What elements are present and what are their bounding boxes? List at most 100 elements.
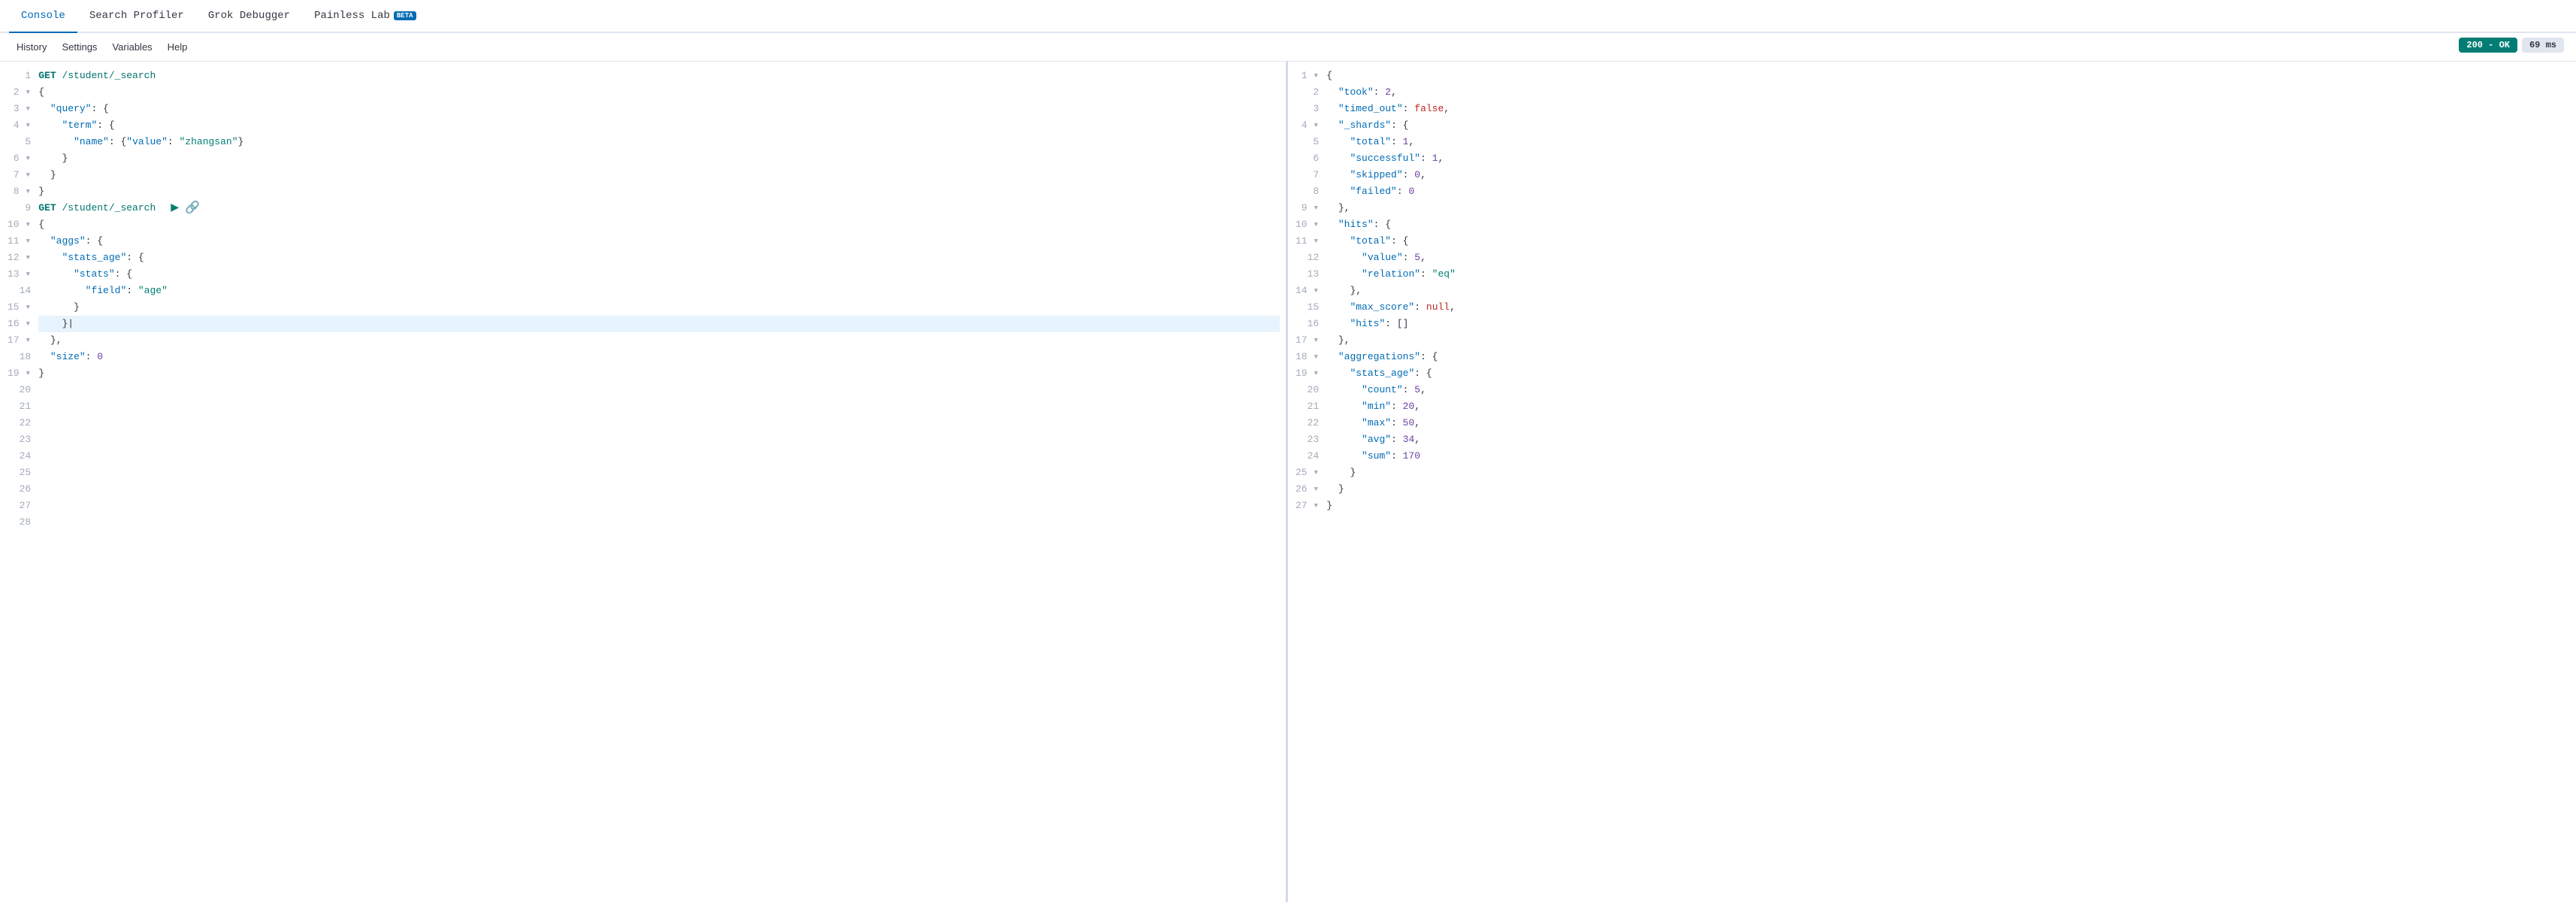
code-key-12: "stats_age"	[62, 250, 126, 266]
ln-8: 8 ▾	[8, 183, 31, 200]
code-indent-6	[38, 150, 62, 167]
editor-line-8: }	[38, 183, 1280, 200]
ln-9: 9	[8, 200, 31, 216]
oln-17: 17 ▾	[1296, 332, 1319, 349]
oln-11: 11 ▾	[1296, 233, 1319, 250]
oln-8: 8	[1296, 183, 1319, 200]
output-code-lines: { "took" : 2 , "timed_out" : false ,	[1323, 62, 2576, 902]
output-line-6: "successful" : 1 ,	[1326, 150, 2570, 167]
code-close-19: }	[38, 365, 44, 382]
status-area: 200 - OK 69 ms	[2459, 38, 2564, 53]
output-line-18: "aggregations" : {	[1326, 349, 2570, 365]
ln-25: 25	[8, 465, 31, 481]
tab-console[interactable]: Console	[9, 0, 77, 33]
output-line-12: "value" : 5 ,	[1326, 250, 2570, 266]
ln-16: 16 ▾	[8, 316, 31, 332]
output-line-13: "relation" : "eq"	[1326, 266, 2570, 283]
code-key-18: "size"	[50, 349, 86, 365]
oln-18: 18 ▾	[1296, 349, 1319, 365]
code-indent-16: }	[38, 316, 68, 332]
oln-23: 23	[1296, 431, 1319, 448]
editor-line-10: {	[38, 216, 1280, 233]
ln-14: 14	[8, 283, 31, 299]
ln-20: 20	[8, 382, 31, 398]
oln-2: 2	[1296, 84, 1319, 101]
code-colon-3: : {	[91, 101, 108, 117]
code-key-3: "query"	[50, 101, 92, 117]
tab-search-profiler[interactable]: Search Profiler	[77, 0, 196, 33]
output-line-21: "min" : 20 ,	[1326, 398, 2570, 415]
secondary-toolbar: History Settings Variables Help 200 - OK…	[0, 33, 2576, 62]
status-time-badge: 69 ms	[2522, 38, 2564, 53]
output-line-14: },	[1326, 283, 2570, 299]
editor-line-24	[38, 448, 1280, 465]
code-indent-7	[38, 167, 50, 183]
editor-panel: 1 2 ▾ 3 ▾ 4 ▾ 5 6 ▾ 7 ▾ 8 ▾ 9 10 ▾ 11 ▾ …	[0, 62, 1288, 902]
editor-code-lines[interactable]: GET /student/_search { "query" : { "term	[35, 62, 1286, 902]
ln-22: 22	[8, 415, 31, 431]
oln-4: 4 ▾	[1296, 117, 1319, 134]
copy-button[interactable]: 🔗	[185, 200, 200, 216]
output-code-area[interactable]: 1 ▾ 2 3 4 ▾ 5 6 7 8 9 ▾ 10 ▾ 11 ▾ 12 13 …	[1288, 62, 2576, 902]
code-colon-13: : {	[115, 266, 132, 283]
beta-badge: BETA	[394, 11, 416, 20]
help-button[interactable]: Help	[160, 37, 195, 58]
oln-6: 6	[1296, 150, 1319, 167]
status-ok-badge: 200 - OK	[2459, 38, 2517, 53]
code-close-17: },	[50, 332, 62, 349]
output-line-23: "avg" : 34 ,	[1326, 431, 2570, 448]
oln-14: 14 ▾	[1296, 283, 1319, 299]
code-colon-5: : {	[109, 134, 126, 150]
ln-21: 21	[8, 398, 31, 415]
oln-1: 1 ▾	[1296, 68, 1319, 84]
output-line-1: {	[1326, 68, 2570, 84]
oln-16: 16	[1296, 316, 1319, 332]
ln-28: 28	[8, 514, 31, 531]
tab-grok-debugger[interactable]: Grok Debugger	[196, 0, 302, 33]
editor-line-18: "size" : 0	[38, 349, 1280, 365]
code-close-8: }	[38, 183, 44, 200]
tab-grok-debugger-label: Grok Debugger	[208, 10, 290, 22]
history-button[interactable]: History	[9, 37, 54, 58]
code-indent-12	[38, 250, 62, 266]
oln-15: 15	[1296, 299, 1319, 316]
ln-24: 24	[8, 448, 31, 465]
code-indent-18	[38, 349, 50, 365]
ln-5: 5	[8, 134, 31, 150]
oln-10: 10 ▾	[1296, 216, 1319, 233]
code-close-15: }	[74, 299, 80, 316]
editor-line-20	[38, 382, 1280, 398]
ln-15: 15 ▾	[8, 299, 31, 316]
tab-painless-lab[interactable]: Painless Lab BETA	[302, 0, 428, 33]
editor-line-11: "aggs" : {	[38, 233, 1280, 250]
run-button[interactable]: ▶	[171, 200, 179, 216]
settings-button[interactable]: Settings	[54, 37, 104, 58]
editor-code-area[interactable]: 1 2 ▾ 3 ▾ 4 ▾ 5 6 ▾ 7 ▾ 8 ▾ 9 10 ▾ 11 ▾ …	[0, 62, 1286, 902]
ln-12: 12 ▾	[8, 250, 31, 266]
editor-line-15: }	[38, 299, 1280, 316]
ln-11: 11 ▾	[8, 233, 31, 250]
output-line-7: "skipped" : 0 ,	[1326, 167, 2570, 183]
output-line-numbers: 1 ▾ 2 3 4 ▾ 5 6 7 8 9 ▾ 10 ▾ 11 ▾ 12 13 …	[1288, 62, 1323, 902]
editor-line-2: {	[38, 84, 1280, 101]
code-colon-18: :	[86, 349, 98, 365]
output-line-27: }	[1326, 498, 2570, 514]
output-line-24: "sum" : 170	[1326, 448, 2570, 465]
code-colon-14: :	[126, 283, 138, 299]
code-colon-4: : {	[97, 117, 114, 134]
oln-27: 27 ▾	[1296, 498, 1319, 514]
editor-line-5: "name" : { "value" : "zhangsan" }	[38, 134, 1280, 150]
oln-5: 5	[1296, 134, 1319, 150]
editor-line-26	[38, 481, 1280, 498]
output-line-19: "stats_age" : {	[1326, 365, 2570, 382]
tab-console-label: Console	[21, 10, 65, 22]
ln-26: 26	[8, 481, 31, 498]
editor-line-22	[38, 415, 1280, 431]
ln-27: 27	[8, 498, 31, 514]
tab-search-profiler-label: Search Profiler	[89, 10, 184, 22]
code-indent-17	[38, 332, 50, 349]
code-colon-11: : {	[86, 233, 103, 250]
variables-button[interactable]: Variables	[104, 37, 159, 58]
editor-line-9: GET /student/_search ▶ 🔗	[38, 200, 1280, 216]
ln-4: 4 ▾	[8, 117, 31, 134]
